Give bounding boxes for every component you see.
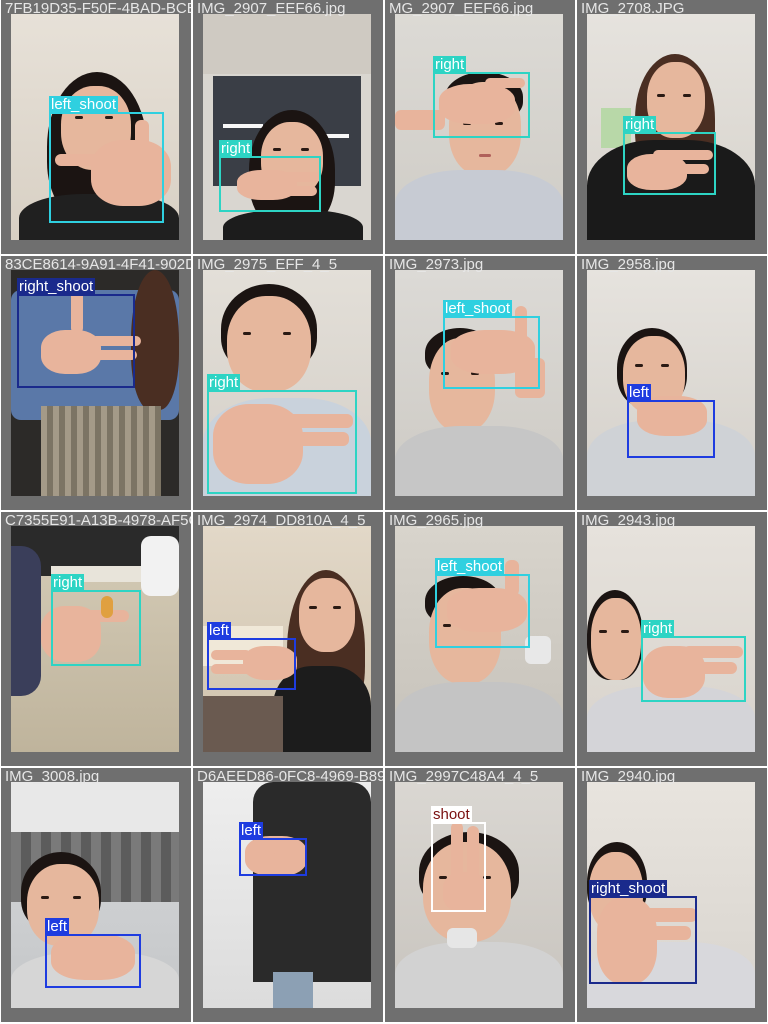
photo [587, 270, 755, 496]
image-filename: IMG_2907_EEF66.jpg [197, 0, 346, 17]
photo [203, 782, 371, 1008]
box-label: right_shoot [589, 880, 668, 897]
image-filename: 7FB19D35-F50F-4BAD-BCE8-98FFD4C5D788_jpg… [5, 0, 191, 17]
bounding-box: left [627, 384, 715, 458]
bounding-box: shoot [431, 806, 486, 912]
image-filename: IMG_3008.jpg [5, 768, 100, 785]
image-tile: IMG_2708.JPG right [577, 0, 767, 254]
image-filename: MG_2907_EEF66.jpg [389, 0, 534, 17]
bounding-box: left_shoot [435, 558, 530, 648]
box-label: right_shoot [17, 278, 96, 295]
box-label: right [641, 620, 675, 637]
bounding-box: right [433, 56, 530, 138]
box-label: left [627, 384, 652, 401]
image-filename: IMG_2943.jpg [581, 512, 676, 529]
bounding-box: right [207, 374, 357, 494]
image-tile: IMG_2940.jpg right_shoot [577, 768, 767, 1022]
image-filename: IMG_2940.jpg [581, 768, 676, 785]
image-tile: 83CE8614-9A91-4F41-902D-4722EFF_4_5 righ… [1, 256, 191, 510]
box-label: left_shoot [435, 558, 505, 575]
bounding-box: right_shoot [589, 880, 697, 984]
bounding-box: left [207, 622, 296, 690]
image-tile: IMG_2975_EFF_4_5 right [193, 256, 383, 510]
image-filename: IMG_2708.JPG [581, 0, 685, 17]
image-filename: IMG_2973.jpg [389, 256, 484, 273]
image-filename: IMG_2997C48A4_4_5 [389, 768, 539, 785]
image-filename: D6AEED86-0FC8-4969-B89C-B99763C48A4_4_5 [197, 768, 383, 785]
bounding-box: right_shoot [17, 278, 135, 388]
image-tile: IMG_2943.jpg right [577, 512, 767, 766]
photo [587, 14, 755, 240]
image-tile: C7355E91-A13B-4978-AF5C-922785DD810A_4_5… [1, 512, 191, 766]
box-label: right [51, 574, 85, 591]
image-filename: 83CE8614-9A91-4F41-902D-4722EFF_4_5 [5, 256, 191, 273]
image-tile: IMG_2974_DD810A_4_5 left [193, 512, 383, 766]
image-filename: IMG_2974_DD810A_4_5 [197, 512, 366, 529]
image-tile: IMG_2958.jpg left [577, 256, 767, 510]
bounding-box: left_shoot [49, 96, 164, 223]
box-label: left [239, 822, 264, 839]
bounding-box: left_shoot [443, 300, 540, 389]
bounding-box: right [51, 574, 141, 666]
image-tile: IMG_2997C48A4_4_5 shoot [385, 768, 575, 1022]
bounding-box: right [623, 116, 716, 195]
image-tile: D6AEED86-0FC8-4969-B89C-B99763C48A4_4_5 … [193, 768, 383, 1022]
box-label: shoot [431, 806, 472, 823]
image-tile: IMG_2907_EEF66.jpg right [193, 0, 383, 254]
box-label: right [207, 374, 241, 391]
image-tile: MG_2907_EEF66.jpg right [385, 0, 575, 254]
box-label: left_shoot [49, 96, 119, 113]
box-label: right [433, 56, 467, 73]
detection-mosaic: 7FB19D35-F50F-4BAD-BCE8-98FFD4C5D788_jpg… [0, 0, 768, 1024]
image-filename: IMG_2958.jpg [581, 256, 676, 273]
image-tile: IMG_2965.jpg left_shoot [385, 512, 575, 766]
bounding-box: left [45, 918, 141, 988]
image-tile: IMG_2973.jpg left_shoot [385, 256, 575, 510]
image-filename: C7355E91-A13B-4978-AF5C-922785DD810A_4_5 [5, 512, 191, 529]
bounding-box: right [219, 140, 321, 212]
bounding-box: right [641, 620, 746, 702]
box-label: left_shoot [443, 300, 513, 317]
bounding-box: left [239, 822, 307, 876]
box-label: left [45, 918, 70, 935]
image-tile: 7FB19D35-F50F-4BAD-BCE8-98FFD4C5D788_jpg… [1, 0, 191, 254]
image-filename: IMG_2965.jpg [389, 512, 484, 529]
box-label: right [219, 140, 253, 157]
box-label: right [623, 116, 657, 133]
image-tile: IMG_3008.jpg left [1, 768, 191, 1022]
box-label: left [207, 622, 232, 639]
image-filename: IMG_2975_EFF_4_5 [197, 256, 338, 273]
